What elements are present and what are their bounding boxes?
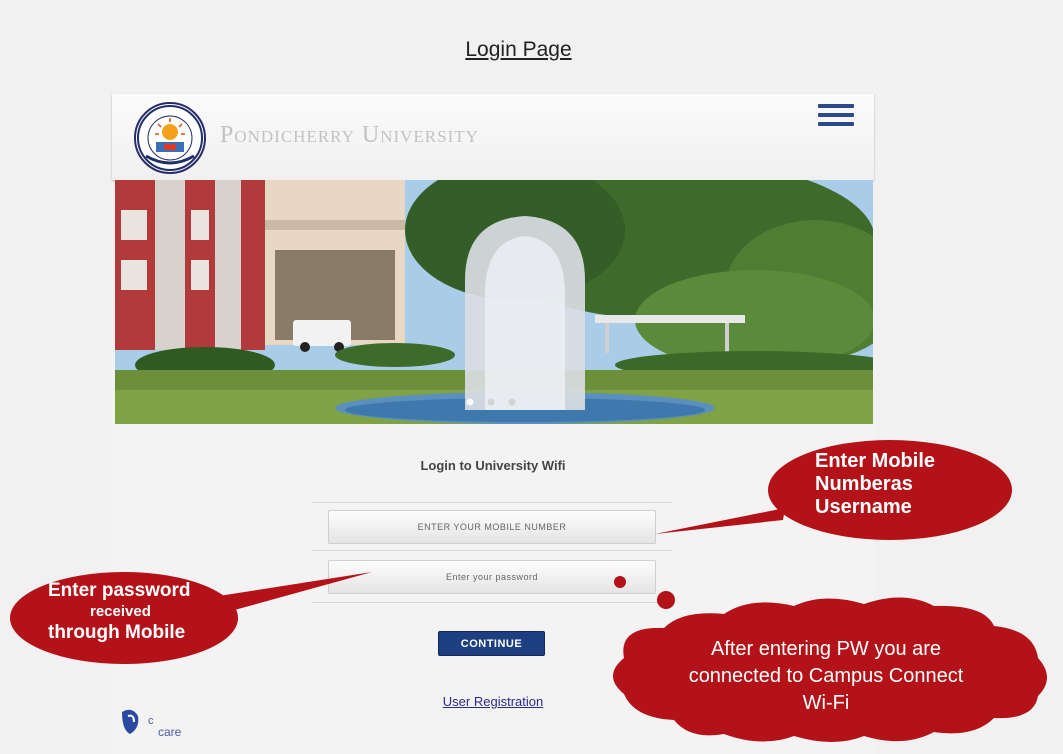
continue-button[interactable]: CONTINUE bbox=[438, 631, 545, 656]
campus-banner-image bbox=[115, 180, 873, 424]
hamburger-menu-icon[interactable] bbox=[818, 104, 854, 126]
carousel-dot-1 bbox=[466, 398, 474, 406]
callout-line: Numberas bbox=[815, 473, 913, 495]
carousel-dot-2 bbox=[487, 398, 495, 406]
connected-callout: After entering PW you are connected to C… bbox=[594, 568, 1060, 746]
callout-line: Enter Mobile bbox=[815, 450, 936, 472]
divider bbox=[312, 502, 672, 503]
password-callout: Enter password received through Mobile bbox=[6, 568, 378, 668]
footer-logo: c care bbox=[118, 706, 208, 746]
callout-line: connected to Campus Connect bbox=[688, 665, 964, 687]
university-seal-icon[interactable] bbox=[134, 102, 206, 174]
callout-line: received bbox=[90, 603, 151, 620]
site-header: Pondicherry University bbox=[112, 94, 874, 180]
mobile-number-callout: Enter Mobile Numberas Username bbox=[655, 438, 1020, 546]
page-title: Login Page bbox=[465, 38, 572, 61]
svg-text:care: care bbox=[158, 725, 182, 739]
callout-line: Username bbox=[815, 496, 912, 518]
divider bbox=[312, 550, 672, 551]
university-name: Pondicherry University bbox=[220, 122, 479, 148]
callout-line: Wi-Fi bbox=[802, 692, 850, 714]
mobile-number-input[interactable] bbox=[328, 510, 656, 544]
callout-line: Enter password bbox=[48, 580, 191, 601]
callout-line: After entering PW you are bbox=[710, 638, 942, 660]
carousel-dot-3 bbox=[508, 398, 516, 406]
svg-text:c: c bbox=[148, 715, 154, 727]
callout-line: through Mobile bbox=[48, 622, 186, 643]
